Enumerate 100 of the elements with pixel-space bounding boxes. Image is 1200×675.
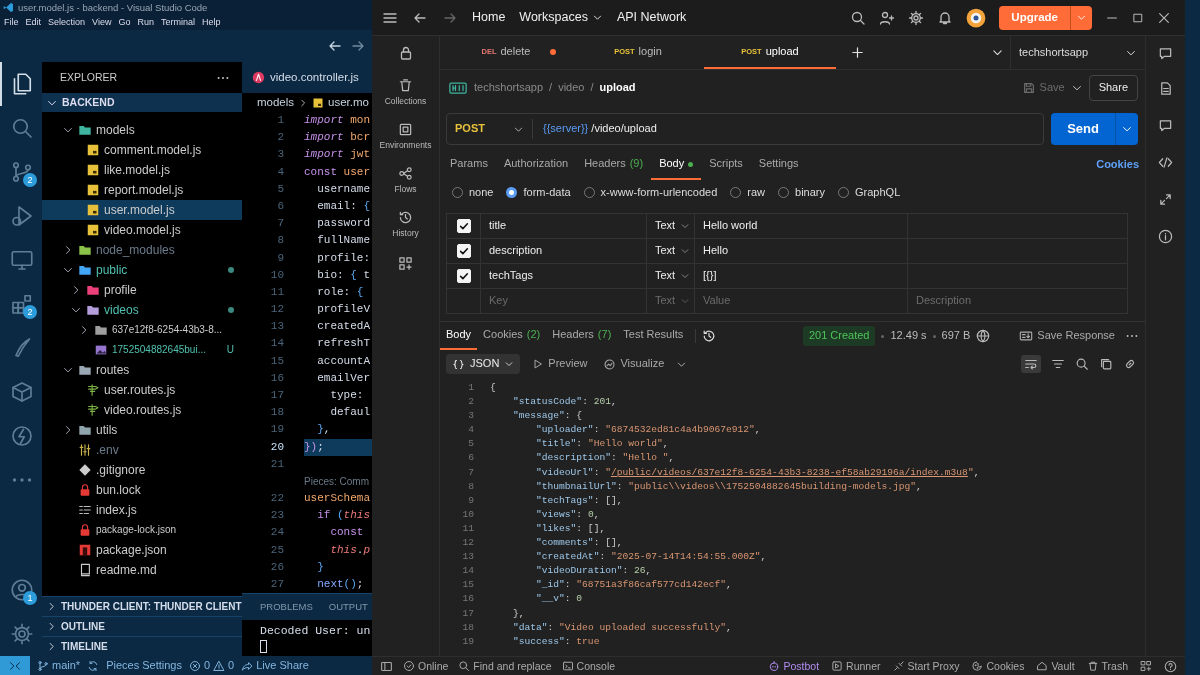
type-select[interactable]: Text	[647, 214, 695, 238]
visualize-button[interactable]: Visualize	[599, 357, 669, 371]
nav-link[interactable]: Workspaces	[519, 10, 603, 25]
radio-label[interactable]: x-www-form-urlencoded	[600, 185, 718, 200]
file-tree-item[interactable]: package-lock.json	[42, 520, 242, 540]
sidebar-item[interactable]: Flows	[371, 158, 440, 202]
request-section-tab[interactable]: Scripts	[701, 150, 751, 180]
file-tree-item[interactable]: public	[42, 260, 242, 280]
radio-label[interactable]: none	[469, 185, 494, 200]
response-tab[interactable]: Headers (7)	[546, 322, 618, 350]
breadcrumb-item[interactable]: user.mo	[328, 95, 369, 110]
file-tree-item[interactable]: models	[42, 120, 242, 140]
panel-tab[interactable]: OUTPUT	[328, 601, 368, 613]
menu-item[interactable]: File	[4, 17, 19, 28]
method-select[interactable]: POST	[447, 119, 533, 139]
wrap-lines-icon[interactable]	[1021, 355, 1041, 373]
radio-button[interactable]	[506, 187, 518, 198]
file-tree-item[interactable]: like.model.js	[42, 160, 242, 180]
menu-item[interactable]: Help	[201, 17, 221, 28]
folder-header[interactable]: BACKEND	[42, 93, 242, 112]
breadcrumb-item[interactable]: techshortsapp	[474, 81, 544, 95]
checkbox[interactable]	[456, 219, 471, 233]
file-tree-item[interactable]: user.routes.js	[42, 380, 242, 400]
expand-arrows-icon[interactable]	[1158, 192, 1173, 207]
environment-select[interactable]: techshortsapp	[1010, 36, 1145, 69]
file-tree-item[interactable]: package.json	[42, 540, 242, 560]
response-tab[interactable]: Cookies (2)	[477, 322, 547, 350]
request-section-tab[interactable]: Headers (9)	[576, 150, 652, 180]
status-bar-item[interactable]: Runner	[831, 659, 881, 673]
sync-icon[interactable]	[87, 659, 100, 672]
sidebar-item[interactable]: History	[371, 202, 440, 246]
search-icon[interactable]	[1075, 357, 1089, 371]
run-debug-icon[interactable]	[10, 204, 34, 228]
url-field[interactable]: {{server}} /video/upload	[533, 122, 657, 136]
info-icon[interactable]	[1158, 229, 1173, 244]
response-tab[interactable]: Test Results	[617, 322, 690, 350]
search-icon[interactable]	[850, 9, 867, 26]
box-icon[interactable]	[10, 380, 34, 404]
status-bar-item[interactable]: Cookies	[971, 659, 1025, 673]
preview-button[interactable]: Preview	[528, 357, 592, 371]
status-bar-item[interactable]: Find and replace	[458, 659, 552, 673]
live-share-status[interactable]: Live Share	[241, 658, 309, 673]
file-tree-item[interactable]: .gitignore	[42, 460, 242, 480]
invite-person-icon[interactable]	[879, 9, 896, 26]
help-icon[interactable]	[1164, 659, 1177, 673]
upgrade-menu-button[interactable]	[1070, 5, 1092, 30]
lightning-icon[interactable]	[10, 424, 34, 448]
sidebar-item[interactable]: Environments	[371, 114, 440, 158]
remote-button[interactable]	[0, 656, 30, 675]
radio-label[interactable]: GraphQL	[855, 185, 901, 200]
code-lens[interactable]: Pieces: Comm	[242, 472, 372, 490]
comment-icon[interactable]	[1158, 118, 1173, 133]
avatar-icon[interactable]	[966, 7, 987, 28]
type-select[interactable]: Text	[647, 239, 695, 263]
file-tree-item[interactable]: 637e12f8-6254-43b3-8...	[42, 320, 242, 340]
file-tree-item[interactable]: video.routes.js	[42, 400, 242, 420]
copy-icon[interactable]	[1099, 357, 1113, 371]
link-icon[interactable]	[1123, 357, 1137, 371]
breadcrumb-item[interactable]: models	[257, 95, 295, 110]
share-button[interactable]: Share	[1088, 75, 1138, 101]
globe-icon[interactable]	[976, 329, 991, 343]
add-grid-icon[interactable]	[398, 255, 413, 271]
close-icon[interactable]	[1157, 10, 1171, 25]
filter-icon[interactable]	[1051, 357, 1065, 371]
sidebar-item[interactable]: Collections	[371, 70, 440, 114]
type-select[interactable]: Text	[647, 264, 695, 288]
request-section-tab[interactable]: Params	[442, 150, 496, 180]
status-bar-item[interactable]: Vault	[1036, 659, 1075, 673]
cookies-link[interactable]: Cookies	[1096, 158, 1139, 172]
problems-status[interactable]: 0 0	[188, 658, 235, 673]
checkbox[interactable]	[456, 244, 471, 258]
account-icon[interactable]	[10, 578, 34, 602]
sidebar-toggle-icon[interactable]	[380, 659, 393, 673]
file-tree-item[interactable]: bun.lock	[42, 480, 242, 500]
nav-link[interactable]: API Network	[616, 10, 687, 25]
section-header[interactable]: TIMELINE	[42, 636, 242, 656]
status-bar-item[interactable]: Trash	[1086, 659, 1128, 673]
branch-status[interactable]: main*	[37, 658, 81, 673]
response-tab[interactable]: Body	[440, 322, 478, 350]
history-icon[interactable]	[702, 329, 717, 343]
maximize-icon[interactable]	[1132, 11, 1144, 24]
menu-item[interactable]: Run	[137, 17, 154, 28]
file-tree-item[interactable]: .env	[42, 440, 242, 460]
nav-link[interactable]: Home	[472, 10, 506, 25]
file-tree-item[interactable]: report.model.js	[42, 180, 242, 200]
request-section-tab[interactable]: Authorization	[495, 150, 577, 180]
file-tree-item[interactable]: user.model.js	[42, 200, 242, 220]
radio-label[interactable]: binary	[795, 185, 826, 200]
file-tree-item[interactable]: routes	[42, 360, 242, 380]
menu-item[interactable]: Selection	[48, 17, 86, 28]
menu-item[interactable]: Edit	[25, 17, 42, 28]
breadcrumb-item[interactable]: video	[558, 81, 585, 95]
status-bar-item[interactable]: Console	[561, 659, 616, 673]
radio-label[interactable]: raw	[747, 185, 766, 200]
new-tab-icon[interactable]	[850, 45, 865, 60]
comment-icon[interactable]	[1158, 45, 1173, 61]
section-header[interactable]: THUNDER CLIENT: THUNDER CLIENT	[42, 596, 242, 616]
format-select[interactable]: JSON	[446, 354, 521, 374]
file-tree-item[interactable]: node_modules	[42, 240, 242, 260]
input-field[interactable]: Description	[916, 294, 1119, 308]
